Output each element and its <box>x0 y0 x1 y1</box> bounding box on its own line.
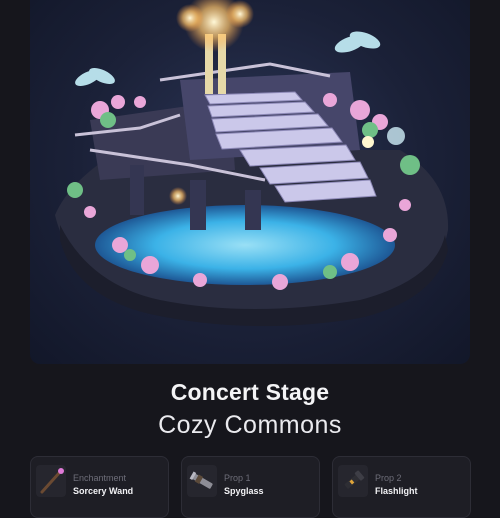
slot-enchantment[interactable]: Enchantment Sorcery Wand <box>30 456 169 518</box>
slot-item-name: Sorcery Wand <box>73 486 134 496</box>
slot-prop-1[interactable]: Prop 1 Spyglass <box>181 456 320 518</box>
slot-category: Enchantment <box>73 473 127 483</box>
flashlight-icon <box>338 465 368 497</box>
slot-category: Prop 1 <box>224 473 251 483</box>
wand-icon <box>36 465 66 497</box>
item-title: Concert Stage <box>170 379 330 405</box>
concert-stage-illustration <box>55 0 449 327</box>
spyglass-icon <box>187 465 217 497</box>
slot-category: Prop 2 <box>375 473 402 483</box>
item-subtitle: Cozy Commons <box>158 411 342 439</box>
stage-preview-image <box>30 0 470 364</box>
slot-item-name: Flashlight <box>375 486 418 496</box>
slot-item-name: Spyglass <box>224 486 264 496</box>
slot-prop-2[interactable]: Prop 2 Flashlight <box>332 456 471 518</box>
